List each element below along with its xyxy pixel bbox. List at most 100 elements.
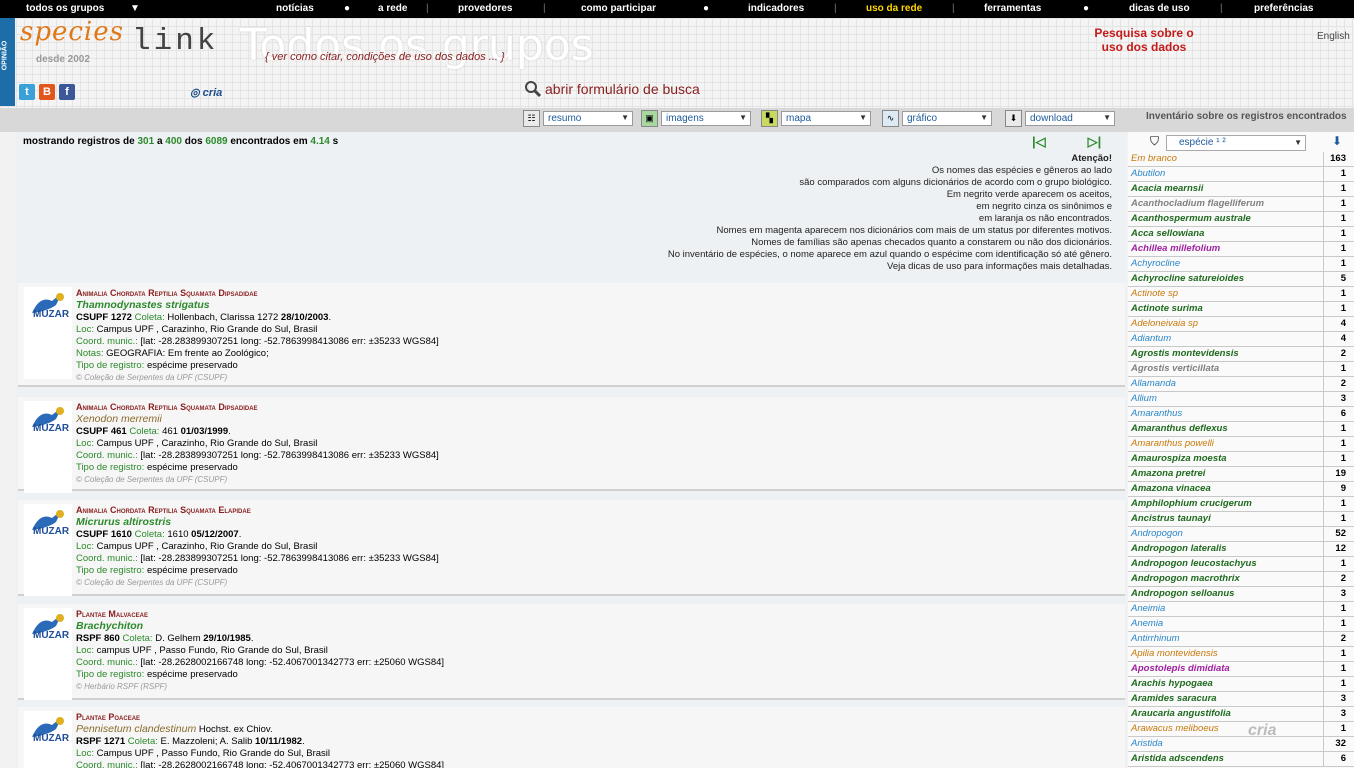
record-code[interactable]: CSUPF 1610 <box>76 529 132 540</box>
inventory-name[interactable]: Aristida <box>1131 737 1163 751</box>
inventory-name[interactable]: Aneimia <box>1131 602 1165 616</box>
nav-item-noticias[interactable]: notícias <box>276 3 314 14</box>
inventory-name[interactable]: Andropogon <box>1131 527 1183 541</box>
cria-logo[interactable]: ◎ cria <box>190 86 222 99</box>
inventory-select[interactable]: espécie ¹ ² <box>1166 135 1306 151</box>
nav-item-como-participar[interactable]: como participar <box>581 3 656 14</box>
inventory-name[interactable]: Actinote surima <box>1131 302 1203 316</box>
inventory-item[interactable]: Aristida adscendens 6 <box>1128 752 1354 767</box>
record-code[interactable]: CSUPF 1272 <box>76 312 132 323</box>
inventory-item[interactable]: Ancistrus taunayi 1 <box>1128 512 1354 527</box>
inventory-name[interactable]: Adeloneivaia sp <box>1131 317 1198 331</box>
language-english[interactable]: English <box>1317 31 1350 42</box>
inventory-name[interactable]: Acacia mearnsii <box>1131 182 1203 196</box>
nav-item-preferencias[interactable]: preferências <box>1254 3 1313 14</box>
inventory-item[interactable]: Aristida 32 <box>1128 737 1354 752</box>
inventory-name[interactable]: Amazona vinacea <box>1131 482 1211 496</box>
inventory-item[interactable]: Amaranthus 6 <box>1128 407 1354 422</box>
inventory-name[interactable]: Andropogon selloanus <box>1131 587 1234 601</box>
logo-species[interactable]: species <box>20 17 124 47</box>
resumo-select[interactable]: resumo <box>543 110 633 126</box>
inventory-name[interactable]: Achyrocline <box>1131 257 1180 271</box>
inventory-item[interactable]: Acca sellowiana 1 <box>1128 227 1354 242</box>
download-select[interactable]: download <box>1025 110 1115 126</box>
inventory-name[interactable]: Amaurospiza moesta <box>1131 452 1227 466</box>
inventory-item[interactable]: Agrostis verticillata 1 <box>1128 362 1354 377</box>
grafico-select[interactable]: gráfico <box>902 110 992 126</box>
inventory-item[interactable]: Arachis hypogaea 1 <box>1128 677 1354 692</box>
collection-logo[interactable]: MUZAR <box>24 711 72 768</box>
record-taxonomy[interactable]: Plantae Poaceae <box>76 711 444 723</box>
inventory-name[interactable]: Amaranthus powelli <box>1131 437 1214 451</box>
nav-item-ferramentas[interactable]: ferramentas <box>984 3 1041 14</box>
inventory-name[interactable]: Agrostis verticillata <box>1131 362 1219 376</box>
inventory-item[interactable]: Andropogon 52 <box>1128 527 1354 542</box>
inventory-name[interactable]: Amaranthus deflexus <box>1131 422 1228 436</box>
record-species[interactable]: Xenodon merremii <box>76 413 162 425</box>
inventory-name[interactable]: Amaranthus <box>1131 407 1182 421</box>
inventory-name[interactable]: Antirrhinum <box>1131 632 1180 646</box>
inventory-item[interactable]: Anemia 1 <box>1128 617 1354 632</box>
inventory-item[interactable]: Amazona vinacea 9 <box>1128 482 1354 497</box>
filter-icon[interactable]: ⛉ <box>1150 134 1159 149</box>
inventory-item[interactable]: Amaranthus deflexus 1 <box>1128 422 1354 437</box>
record-species[interactable]: Pennisetum clandestinum <box>76 723 196 735</box>
inventory-name[interactable]: Apilia montevidensis <box>1131 647 1218 661</box>
record-taxonomy[interactable]: Animalia Chordata Reptilia Squamata Elap… <box>76 504 439 516</box>
inventory-name[interactable]: Agrostis montevidensis <box>1131 347 1239 361</box>
download-icon[interactable]: ⬇ <box>1332 134 1342 148</box>
mapa-select[interactable]: mapa <box>781 110 871 126</box>
inventory-item[interactable]: Amaranthus powelli 1 <box>1128 437 1354 452</box>
inventory-item[interactable]: Andropogon leucostachyus 1 <box>1128 557 1354 572</box>
inventory-item[interactable]: Acanthocladium flagelliferum 1 <box>1128 197 1354 212</box>
nav-item-a-rede[interactable]: a rede <box>378 3 407 14</box>
inventory-name[interactable]: Allium <box>1131 392 1157 406</box>
inventory-name[interactable]: Amazona pretrei <box>1131 467 1205 481</box>
inventory-item[interactable]: Actinote surima 1 <box>1128 302 1354 317</box>
opiniao-tab[interactable]: OPINIÃO <box>0 18 15 106</box>
inventory-name[interactable]: Achillea millefolium <box>1131 242 1220 256</box>
inventory-item[interactable]: Allamanda 2 <box>1128 377 1354 392</box>
record-code[interactable]: CSUPF 461 <box>76 426 127 437</box>
record-taxonomy[interactable]: Plantae Malvaceae <box>76 608 444 620</box>
inventory-name[interactable]: Acca sellowiana <box>1131 227 1204 241</box>
inventory-name[interactable]: Araucaria angustifolia <box>1131 707 1231 721</box>
inventory-name[interactable]: Arachis hypogaea <box>1131 677 1213 691</box>
inventory-item[interactable]: Acacia mearnsii 1 <box>1128 182 1354 197</box>
imagens-select[interactable]: imagens <box>661 110 751 126</box>
inventory-item[interactable]: Amaurospiza moesta 1 <box>1128 452 1354 467</box>
inventory-name[interactable]: Em branco <box>1131 152 1177 166</box>
inventory-item[interactable]: Arawacus meliboeus 1 <box>1128 722 1354 737</box>
inventory-item[interactable]: Apostolepis dimidiata 1 <box>1128 662 1354 677</box>
inventory-name[interactable]: Amphilophium crucigerum <box>1131 497 1252 511</box>
nav-item-dicas-de-uso[interactable]: dicas de uso <box>1129 3 1190 14</box>
inventory-item[interactable]: Amazona pretrei 19 <box>1128 467 1354 482</box>
inventory-name[interactable]: Apostolepis dimidiata <box>1131 662 1230 676</box>
inventory-name[interactable]: Achyrocline satureioides <box>1131 272 1244 286</box>
pesquisa-link[interactable]: Pesquisa sobre o uso dos dados <box>1092 26 1196 54</box>
inventory-item[interactable]: Achyrocline satureioides 5 <box>1128 272 1354 287</box>
todos-grupos-menu[interactable]: todos os grupos <box>26 3 104 14</box>
inventory-item[interactable]: Antirrhinum 2 <box>1128 632 1354 647</box>
nav-item-uso-da-rede[interactable]: uso da rede <box>866 3 922 14</box>
record-species[interactable]: Thamnodynastes strigatus <box>76 299 210 311</box>
nav-item-provedores[interactable]: provedores <box>458 3 512 14</box>
inventory-item[interactable]: Abutilon 1 <box>1128 167 1354 182</box>
inventory-name[interactable]: Acanthocladium flagelliferum <box>1131 197 1264 211</box>
collection-logo[interactable]: MUZAR <box>24 504 72 596</box>
collection-logo[interactable]: MUZAR <box>24 401 72 493</box>
record-taxonomy[interactable]: Animalia Chordata Reptilia Squamata Dips… <box>76 287 439 299</box>
search-form-link[interactable]: abrir formulário de busca <box>524 80 700 98</box>
inventory-item[interactable]: Adeloneivaia sp 4 <box>1128 317 1354 332</box>
inventory-item[interactable]: Aneimia 1 <box>1128 602 1354 617</box>
inventory-item[interactable]: Acanthospermum australe 1 <box>1128 212 1354 227</box>
collection-logo[interactable]: MUZAR <box>24 608 72 700</box>
inventory-name[interactable]: Allamanda <box>1131 377 1176 391</box>
inventory-name[interactable]: Actinote sp <box>1131 287 1178 301</box>
inventory-name[interactable]: Adiantum <box>1131 332 1171 346</box>
nav-item-indicadores[interactable]: indicadores <box>748 3 804 14</box>
inventory-item[interactable]: Adiantum 4 <box>1128 332 1354 347</box>
inventory-item[interactable]: Amphilophium crucigerum 1 <box>1128 497 1354 512</box>
inventory-name[interactable]: Arawacus meliboeus <box>1131 722 1219 736</box>
logo-link[interactable]: link <box>132 24 218 59</box>
